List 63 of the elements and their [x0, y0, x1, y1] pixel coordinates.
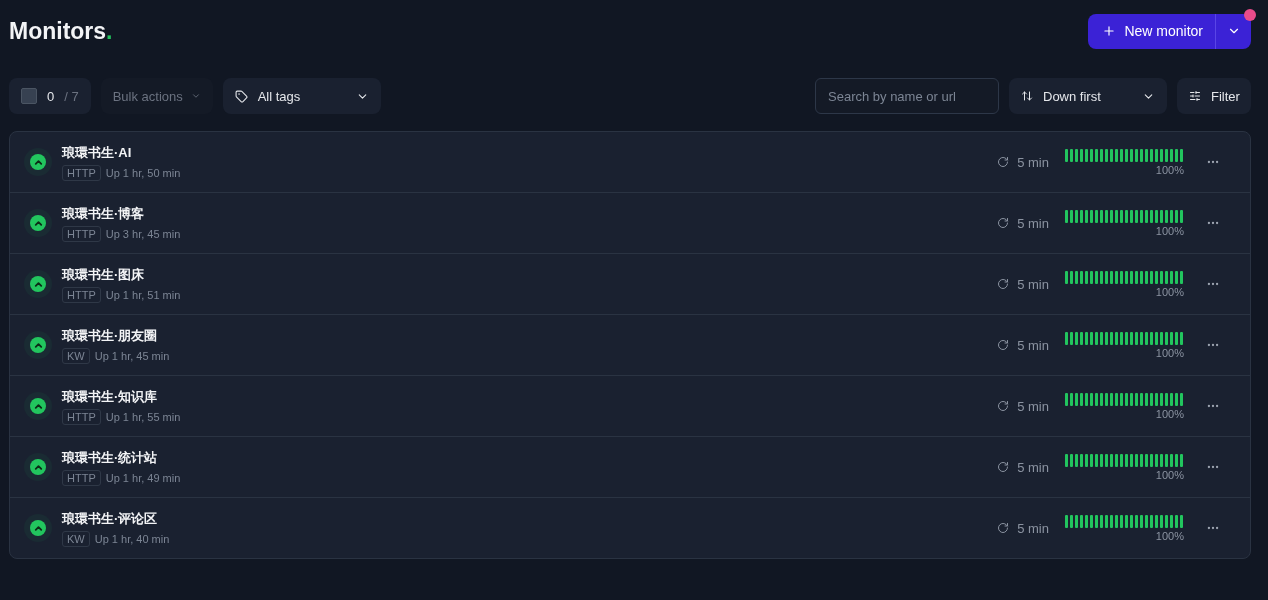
monitor-type-tag: HTTP — [62, 286, 101, 303]
plus-icon — [1102, 24, 1117, 38]
check-interval: 5 min — [1017, 215, 1049, 231]
new-monitor-button[interactable]: New monitor — [1088, 13, 1216, 49]
search-field[interactable]: Search by name or url — [815, 78, 999, 114]
monitor-type-tag: KW — [62, 530, 90, 547]
uptime-text: Up 1 hr, 51 min — [105, 288, 181, 301]
sliders-icon — [1189, 90, 1201, 102]
refresh-icon — [997, 400, 1010, 412]
uptime-text: Up 1 hr, 49 min — [105, 471, 181, 484]
monitor-type-tag: HTTP — [62, 469, 101, 486]
monitor-name: 琅環书生·知识库 — [62, 387, 159, 406]
uptime-text: Up 1 hr, 40 min — [94, 532, 170, 545]
refresh-icon — [997, 278, 1010, 290]
select-all-checkbox[interactable] — [21, 88, 37, 104]
monitor-type-tag: HTTP — [62, 164, 101, 181]
monitor-row[interactable]: 琅環书生·评论区 KW Up 1 hr, 40 min 5 min 100% — [10, 497, 1250, 558]
monitor-type-tag: HTTP — [62, 225, 101, 242]
monitor-name: 琅環书生·朋友圈 — [62, 326, 159, 345]
uptime-percent: 100% — [1155, 346, 1184, 359]
page-title: Monitors. — [9, 17, 113, 45]
refresh-icon — [997, 156, 1010, 168]
monitor-row[interactable]: 琅環书生·图床 HTTP Up 1 hr, 51 min 5 min 100% — [10, 253, 1250, 314]
uptime-text: Up 3 hr, 45 min — [105, 227, 181, 240]
monitor-row[interactable]: 琅環书生·统计站 HTTP Up 1 hr, 49 min 5 min 100% — [10, 436, 1250, 497]
refresh-icon — [997, 522, 1010, 534]
monitor-row[interactable]: 琅環书生·知识库 HTTP Up 1 hr, 55 min 5 min 100% — [10, 375, 1250, 436]
refresh-icon — [997, 217, 1010, 229]
monitor-name: 琅環书生·AI — [62, 143, 133, 162]
uptime-percent: 100% — [1155, 468, 1184, 481]
notification-dot — [1244, 8, 1256, 21]
uptime-percent: 100% — [1155, 163, 1184, 176]
refresh-icon — [997, 461, 1010, 473]
uptime-percent: 100% — [1155, 285, 1184, 298]
check-interval: 5 min — [1017, 459, 1049, 475]
refresh-icon — [997, 339, 1010, 351]
uptime-text: Up 1 hr, 45 min — [94, 349, 170, 362]
monitor-row[interactable]: 琅環书生·博客 HTTP Up 3 hr, 45 min 5 min 100% — [10, 192, 1250, 253]
monitor-row[interactable]: 琅環书生·AI HTTP Up 1 hr, 50 min 5 min 100% — [10, 132, 1250, 192]
check-interval: 5 min — [1017, 337, 1049, 353]
check-interval: 5 min — [1017, 276, 1049, 292]
sort-arrows-icon — [1021, 90, 1033, 102]
uptime-text: Up 1 hr, 55 min — [105, 410, 181, 423]
selected-count: 0 — [47, 88, 55, 104]
filter-button[interactable]: Filter — [1177, 78, 1251, 114]
monitor-row[interactable]: 琅環书生·朋友圈 KW Up 1 hr, 45 min 5 min 100% — [10, 314, 1250, 375]
check-interval: 5 min — [1017, 154, 1049, 170]
check-interval: 5 min — [1017, 520, 1049, 536]
tags-dropdown[interactable]: All tags — [222, 78, 381, 114]
uptime-percent: 100% — [1155, 529, 1184, 542]
monitor-type-tag: HTTP — [62, 408, 101, 425]
sort-dropdown[interactable]: Down first — [1009, 78, 1167, 114]
monitor-type-tag: KW — [62, 347, 90, 364]
uptime-text: Up 1 hr, 50 min — [105, 166, 181, 179]
total-count: / 7 — [64, 88, 79, 104]
uptime-percent: 100% — [1155, 224, 1184, 237]
monitor-name: 琅環书生·图床 — [62, 265, 146, 284]
check-interval: 5 min — [1017, 398, 1049, 414]
tag-icon — [234, 89, 248, 103]
uptime-percent: 100% — [1155, 407, 1184, 420]
monitor-name: 琅環书生·评论区 — [62, 509, 159, 528]
monitor-name: 琅環书生·博客 — [62, 204, 146, 223]
monitor-name: 琅環书生·统计站 — [62, 448, 159, 467]
